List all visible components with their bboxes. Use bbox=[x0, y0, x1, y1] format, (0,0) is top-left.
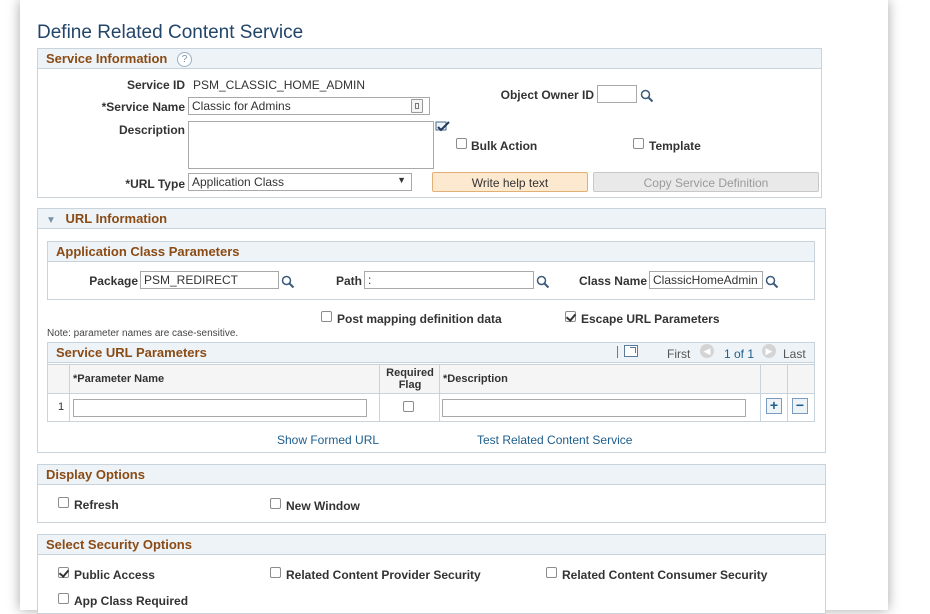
description-field[interactable] bbox=[188, 121, 434, 169]
post-mapping-checkbox[interactable] bbox=[321, 311, 332, 322]
service-url-params-title: Service URL Parameters bbox=[56, 345, 207, 360]
copy-service-definition-button[interactable]: Copy Service Definition bbox=[593, 172, 819, 192]
template-checkbox[interactable] bbox=[633, 138, 644, 149]
description-label: Description bbox=[118, 123, 185, 137]
new-window-checkbox[interactable] bbox=[270, 498, 281, 509]
case-sensitive-note: Note: parameter names are case-sensitive… bbox=[47, 328, 239, 339]
service-information-header: Service Information ? bbox=[38, 49, 821, 69]
escape-url-checkbox[interactable] bbox=[565, 311, 576, 322]
first-link[interactable]: First bbox=[667, 347, 690, 361]
package-lookup-icon[interactable] bbox=[281, 275, 295, 289]
package-label: Package bbox=[89, 274, 138, 288]
service-id-value: PSM_CLASSIC_HOME_ADMIN bbox=[193, 78, 366, 92]
page-title: Define Related Content Service bbox=[37, 22, 304, 43]
required-flag-checkbox[interactable] bbox=[403, 401, 414, 412]
display-options-header: Display Options bbox=[38, 465, 825, 485]
service-information-title: Service Information bbox=[46, 51, 168, 66]
view-all-icon[interactable] bbox=[624, 345, 638, 357]
service-id-label: Service ID bbox=[126, 78, 185, 92]
param-name-column-header[interactable]: *Parameter Name bbox=[73, 373, 164, 385]
escape-url-label: Escape URL Parameters bbox=[581, 312, 720, 326]
app-class-required-checkbox[interactable] bbox=[58, 593, 69, 604]
service-name-field[interactable]: Classic for Admins bbox=[188, 97, 430, 115]
class-name-lookup-icon[interactable] bbox=[765, 275, 779, 289]
col-sep-1 bbox=[69, 364, 70, 422]
path-label: Path bbox=[335, 274, 362, 288]
url-type-select[interactable]: Application Class ▼ bbox=[188, 173, 412, 191]
add-row-button[interactable]: + bbox=[766, 398, 782, 414]
col-sep-4 bbox=[760, 364, 761, 422]
col-sep-2 bbox=[379, 364, 380, 422]
url-type-value: Application Class bbox=[192, 175, 285, 189]
path-field[interactable]: : bbox=[364, 271, 534, 289]
bulk-action-label: Bulk Action bbox=[471, 139, 538, 153]
template-label: Template bbox=[649, 139, 701, 153]
row-count: 1 of 1 bbox=[724, 347, 755, 361]
bulk-action-checkbox[interactable] bbox=[456, 138, 467, 149]
provider-security-label: Related Content Provider Security bbox=[286, 568, 481, 582]
url-type-label: *URL Type bbox=[125, 177, 185, 191]
col-sep-5 bbox=[787, 364, 788, 422]
previous-icon[interactable]: ◀ bbox=[700, 344, 714, 358]
test-related-content-service-link[interactable]: Test Related Content Service bbox=[477, 433, 632, 447]
new-window-label: New Window bbox=[286, 499, 360, 513]
public-access-checkbox[interactable] bbox=[58, 567, 69, 578]
consumer-security-checkbox[interactable] bbox=[546, 567, 557, 578]
spellcheck-icon[interactable] bbox=[411, 99, 423, 113]
display-options-group: Display Options bbox=[37, 464, 826, 523]
description-column-header[interactable]: *Description bbox=[443, 373, 508, 385]
service-name-label: *Service Name bbox=[101, 100, 185, 114]
refresh-checkbox[interactable] bbox=[58, 497, 69, 508]
refresh-label: Refresh bbox=[74, 498, 119, 512]
consumer-security-label: Related Content Consumer Security bbox=[562, 568, 768, 582]
url-information-title: URL Information bbox=[65, 211, 168, 226]
parameter-name-field[interactable] bbox=[73, 399, 367, 417]
next-icon[interactable]: ▶ bbox=[762, 344, 776, 358]
url-information-header[interactable]: ▼ URL Information bbox=[38, 209, 825, 229]
class-name-field[interactable]: ClassicHomeAdmin bbox=[649, 271, 763, 289]
collapse-triangle-icon[interactable]: ▼ bbox=[46, 215, 56, 226]
class-name-label: Class Name bbox=[578, 274, 647, 288]
app-class-params-header: Application Class Parameters bbox=[48, 242, 814, 262]
edit-description-icon[interactable] bbox=[434, 120, 452, 136]
parameter-description-field[interactable] bbox=[442, 399, 746, 417]
show-formed-url-link[interactable]: Show Formed URL bbox=[277, 433, 379, 447]
public-access-label: Public Access bbox=[74, 568, 155, 582]
write-help-text-button[interactable]: Write help text bbox=[432, 172, 588, 192]
dropdown-arrow-icon: ▼ bbox=[397, 175, 406, 185]
path-lookup-icon[interactable] bbox=[536, 275, 550, 289]
object-owner-lookup-icon[interactable] bbox=[640, 89, 654, 103]
help-icon[interactable]: ? bbox=[177, 52, 192, 67]
service-url-params-header: Service URL Parameters bbox=[48, 343, 814, 363]
grid-divider bbox=[617, 346, 618, 358]
object-owner-label: Object Owner ID bbox=[500, 88, 594, 102]
delete-row-button[interactable]: − bbox=[792, 398, 808, 414]
row-number: 1 bbox=[58, 401, 65, 413]
provider-security-checkbox[interactable] bbox=[270, 567, 281, 578]
required-flag-column-header[interactable]: Required Flag bbox=[383, 367, 437, 391]
col-sep-3 bbox=[439, 364, 440, 422]
post-mapping-label: Post mapping definition data bbox=[337, 312, 502, 326]
security-options-header: Select Security Options bbox=[38, 535, 825, 555]
app-class-required-label: App Class Required bbox=[74, 594, 189, 608]
package-field[interactable]: PSM_REDIRECT bbox=[140, 271, 279, 289]
object-owner-field[interactable] bbox=[597, 85, 637, 103]
last-link[interactable]: Last bbox=[783, 347, 806, 361]
